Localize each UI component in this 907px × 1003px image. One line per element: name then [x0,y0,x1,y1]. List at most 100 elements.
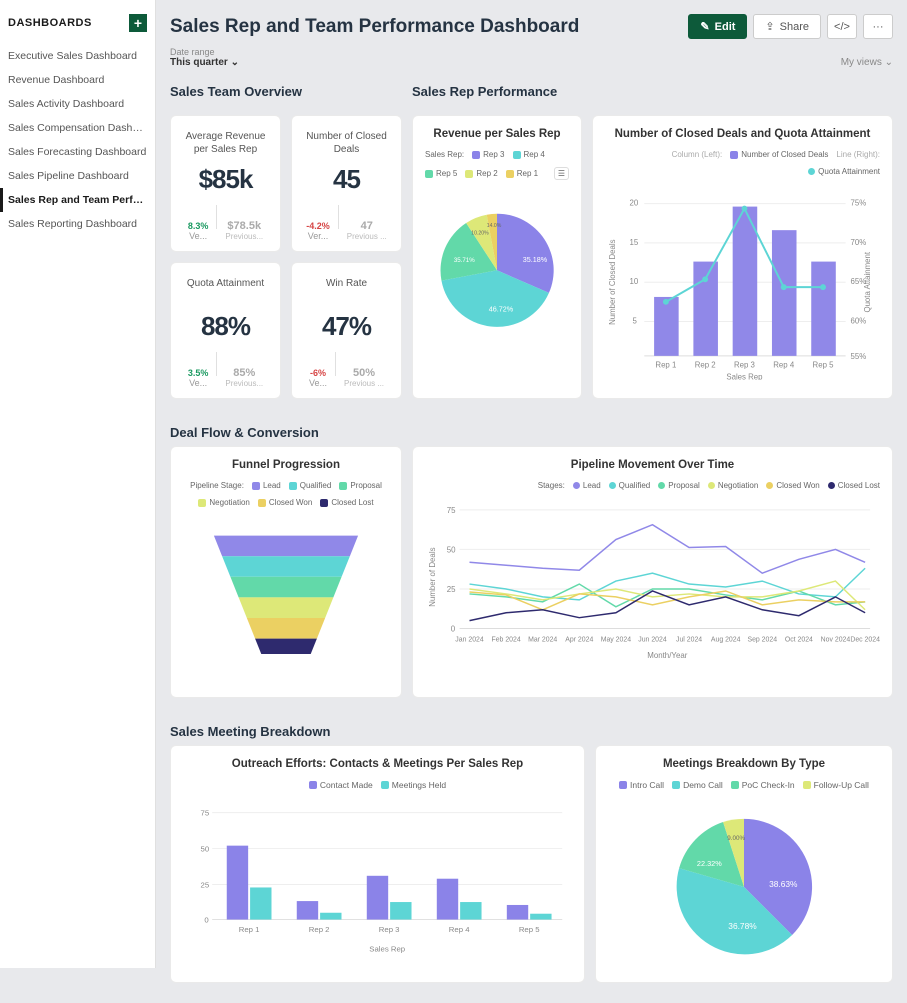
pie-chart-svg: 35.18% 46.72% 35.71% 10.20% 14.0% [425,188,569,332]
legend-item: Negotiation [198,498,249,507]
sidebar-item-pipeline[interactable]: Sales Pipeline Dashboard [0,164,155,188]
legend-item: Intro Call [619,780,664,790]
edit-button[interactable]: ✎ Edit [688,14,747,39]
svg-text:Jan 2024: Jan 2024 [455,636,484,643]
chart-title: Revenue per Sales Rep [425,128,569,140]
section-dealflow-title: Deal Flow & Conversion [170,419,893,446]
kpi-prev: 50% [344,367,384,379]
more-button[interactable]: ··· [863,14,893,39]
legend-toggle-icon[interactable]: ☰ [554,167,569,180]
chart-title: Funnel Progression [183,459,389,471]
svg-text:22.32%: 22.32% [697,859,722,868]
main: Sales Rep and Team Performance Dashboard… [156,0,907,1003]
svg-text:Number of Closed Deals: Number of Closed Deals [608,239,617,325]
chart-closed-deals-quota[interactable]: Number of Closed Deals and Quota Attainm… [592,115,893,399]
legend-label: Stages: [538,481,565,490]
svg-text:Sales Rep: Sales Rep [369,944,405,953]
sidebar-item-rep-team[interactable]: Sales Rep and Team Perform... [0,188,155,212]
sidebar-item-compensation[interactable]: Sales Compensation Dashboard [0,116,155,140]
svg-text:75%: 75% [851,199,867,208]
legend-item: Quota Attainment [808,167,880,176]
legend-item: Negotiation [708,481,758,490]
svg-text:Rep 2: Rep 2 [695,361,716,370]
legend-item: Closed Lost [828,481,880,490]
legend-col-label: Column (Left): [672,150,723,159]
svg-text:0: 0 [204,915,209,924]
page-title: Sales Rep and Team Performance Dashboard [170,16,579,38]
pencil-icon: ✎ [700,20,709,33]
svg-text:10: 10 [630,277,639,286]
chart-title: Number of Closed Deals and Quota Attainm… [605,128,880,140]
kpi-prev-label: Previous... [225,232,263,241]
legend-item: Proposal [658,481,700,490]
kpi-sub: Ve... [309,378,327,388]
svg-text:70%: 70% [851,238,867,247]
legend-item: Rep 2 [465,167,497,180]
my-views-button[interactable]: My views ⌄ [841,57,893,68]
kpi-prev-label: Previous... [225,379,263,388]
legend-item: Meetings Held [381,780,446,790]
svg-text:15: 15 [630,238,639,247]
chart-meetings-type[interactable]: Meetings Breakdown By Type Intro Call De… [595,745,893,983]
kpi-grid: Average Revenue per Sales Rep $85k 8.3% … [170,115,402,399]
legend-item: Proposal [339,481,382,490]
svg-text:75: 75 [201,808,210,817]
chart-pipeline-movement[interactable]: Pipeline Movement Over Time Stages: Lead… [412,446,893,698]
kpi-sub: Ve... [188,378,209,388]
outreach-svg: 75 50 25 0 Rep 1Rep 2Rep 3Rep 4Rep 5 Sal… [183,798,572,963]
legend-item: Rep 4 [513,150,545,159]
kpi-title: Quota Attainment [179,277,272,303]
legend-item: Closed Won [766,481,819,490]
kpi-prev-label: Previous ... [344,379,384,388]
legend-label: Pipeline Stage: [190,481,244,490]
date-range[interactable]: Date range This quarter ⌄ [170,47,239,68]
chart-title: Meetings Breakdown By Type [608,758,880,770]
svg-text:Oct 2024: Oct 2024 [785,636,813,643]
legend-item: Follow-Up Call [803,780,869,790]
svg-text:Rep 3: Rep 3 [379,925,400,934]
sidebar-item-executive[interactable]: Executive Sales Dashboard [0,44,155,68]
chart-funnel[interactable]: Funnel Progression Pipeline Stage: Lead … [170,446,402,698]
svg-text:Jun 2024: Jun 2024 [638,636,667,643]
edit-label: Edit [715,21,736,33]
kpi-title: Average Revenue per Sales Rep [179,130,272,156]
svg-text:Number of Deals: Number of Deals [428,547,437,606]
svg-text:38.63%: 38.63% [769,879,798,889]
legend-item: Lead [252,481,281,490]
svg-text:36.78%: 36.78% [728,921,757,931]
chart-outreach[interactable]: Outreach Efforts: Contacts & Meetings Pe… [170,745,585,983]
svg-text:25: 25 [201,880,210,889]
kpi-quota[interactable]: Quota Attainment 88% 3.5% Ve... 85% Prev… [170,262,281,399]
svg-text:60%: 60% [851,316,867,325]
kpi-avg-revenue[interactable]: Average Revenue per Sales Rep $85k 8.3% … [170,115,281,252]
svg-text:14.0%: 14.0% [487,223,502,229]
svg-text:50: 50 [447,545,456,554]
kpi-closed-deals[interactable]: Number of Closed Deals 45 -4.2% Ver... 4… [291,115,402,252]
svg-text:55%: 55% [851,352,867,361]
kpi-change: -4.2% [306,221,330,231]
sidebar-item-forecasting[interactable]: Sales Forecasting Dashboard [0,140,155,164]
sidebar-title: DASHBOARDS [8,17,92,29]
add-dashboard-button[interactable]: + [129,14,147,32]
svg-text:Sales Rep: Sales Rep [726,372,763,380]
sidebar-item-revenue[interactable]: Revenue Dashboard [0,68,155,92]
kpi-prev: 85% [225,367,263,379]
svg-text:Sep 2024: Sep 2024 [747,636,777,643]
share-button[interactable]: ⇪ Share [753,14,821,39]
svg-text:Feb 2024: Feb 2024 [492,636,521,643]
legend-item: Demo Call [672,780,723,790]
legend-item: Lead [573,481,601,490]
svg-text:9.00%: 9.00% [727,835,745,842]
kpi-change: 3.5% [188,368,209,378]
sidebar-item-activity[interactable]: Sales Activity Dashboard [0,92,155,116]
svg-text:35.71%: 35.71% [454,257,475,264]
kpi-sub: Ver... [306,231,330,241]
chart-revenue-per-rep[interactable]: Revenue per Sales Rep Sales Rep: Rep 3 R… [412,115,582,399]
date-range-label: Date range [170,47,239,57]
svg-text:Month/Year: Month/Year [647,651,688,660]
svg-text:Rep 4: Rep 4 [449,925,470,934]
combo-chart-svg: Number of Closed Deals Quota Attainment … [605,184,880,380]
embed-button[interactable]: </> [827,14,857,39]
sidebar-item-reporting[interactable]: Sales Reporting Dashboard [0,212,155,236]
kpi-win-rate[interactable]: Win Rate 47% -6% Ve... 50% Previous ... [291,262,402,399]
